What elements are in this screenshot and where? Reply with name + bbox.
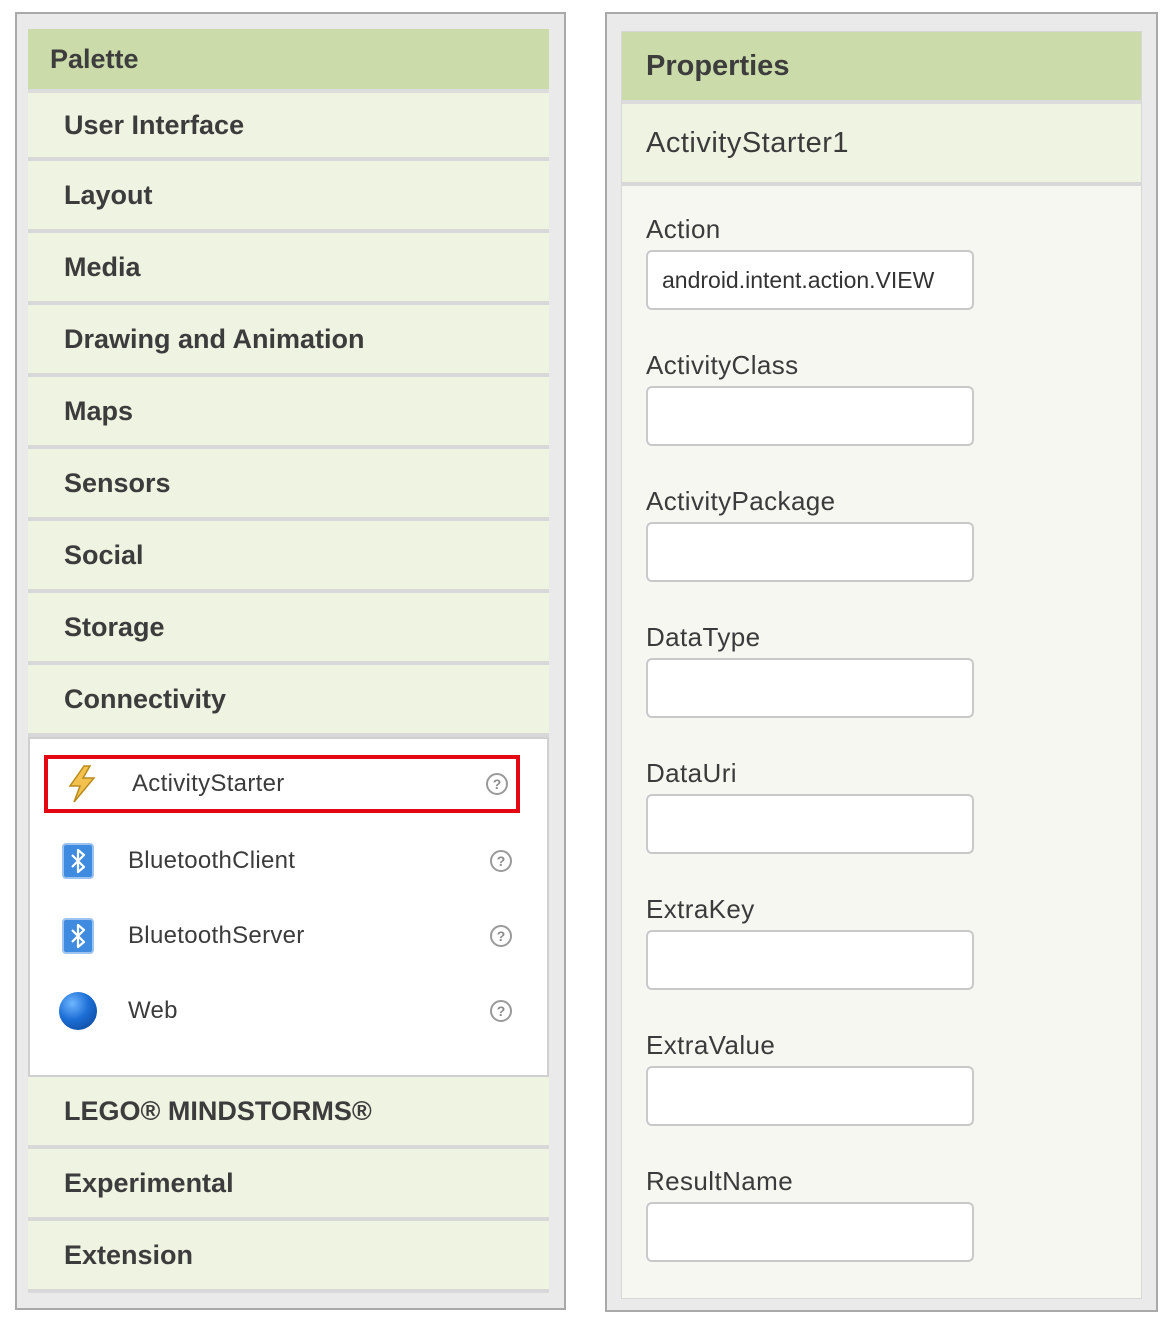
resultname-field[interactable]	[646, 1202, 974, 1262]
bluetooth-icon	[58, 916, 98, 956]
component-bluetoothclient[interactable]: BluetoothClient ?	[44, 832, 520, 890]
category-sensors[interactable]: Sensors	[28, 449, 549, 521]
bluetooth-icon	[58, 841, 98, 881]
properties-body: Properties ActivityStarter1 Action andro…	[621, 31, 1142, 1299]
datatype-field[interactable]	[646, 658, 974, 718]
property-label: DataUri	[646, 758, 737, 788]
category-storage[interactable]: Storage	[28, 593, 549, 665]
category-lego-mindstorms[interactable]: LEGO® MINDSTORMS®	[28, 1077, 549, 1149]
extravalue-field[interactable]	[646, 1066, 974, 1126]
property-label: ActivityPackage	[646, 486, 836, 516]
property-extravalue: ExtraValue	[646, 1028, 974, 1126]
property-label: ActivityClass	[646, 350, 799, 380]
activityclass-field[interactable]	[646, 386, 974, 446]
help-icon[interactable]: ?	[490, 1000, 512, 1022]
extrakey-field[interactable]	[646, 930, 974, 990]
component-activitystarter[interactable]: ActivityStarter ?	[44, 755, 520, 813]
component-label: BluetoothServer	[128, 922, 305, 949]
help-icon[interactable]: ?	[490, 925, 512, 947]
category-extension[interactable]: Extension	[28, 1221, 549, 1293]
palette-title: Palette	[28, 29, 549, 93]
component-label: Web	[128, 997, 178, 1024]
properties-panel: Properties ActivityStarter1 Action andro…	[605, 12, 1158, 1312]
connectivity-drawer: ActivityStarter ? BluetoothClient ? Blue…	[28, 737, 549, 1077]
category-user-interface[interactable]: User Interface	[28, 93, 549, 161]
property-label: ExtraValue	[646, 1030, 776, 1060]
property-label: DataType	[646, 622, 761, 652]
component-bluetoothserver[interactable]: BluetoothServer ?	[44, 907, 520, 965]
properties-title: Properties	[622, 32, 1141, 104]
action-field[interactable]: android.intent.action.VIEW	[646, 250, 974, 310]
category-social[interactable]: Social	[28, 521, 549, 593]
property-resultname: ResultName	[646, 1164, 974, 1262]
property-label: ResultName	[646, 1166, 794, 1196]
category-drawing-and-animation[interactable]: Drawing and Animation	[28, 305, 549, 377]
category-media[interactable]: Media	[28, 233, 549, 305]
category-layout[interactable]: Layout	[28, 161, 549, 233]
help-icon[interactable]: ?	[490, 850, 512, 872]
selected-component-name: ActivityStarter1	[622, 104, 1141, 186]
property-datauri: DataUri	[646, 756, 974, 854]
property-datatype: DataType	[646, 620, 974, 718]
property-extrakey: ExtraKey	[646, 892, 974, 990]
globe-icon	[58, 991, 98, 1031]
category-experimental[interactable]: Experimental	[28, 1149, 549, 1221]
component-label: ActivityStarter	[132, 770, 285, 797]
component-label: BluetoothClient	[128, 847, 296, 874]
palette-panel: Palette User Interface Layout Media Draw…	[15, 12, 566, 1310]
property-activitypackage: ActivityPackage	[646, 484, 974, 582]
category-connectivity[interactable]: Connectivity	[28, 665, 549, 737]
help-icon[interactable]: ?	[486, 773, 508, 795]
lightning-icon	[62, 764, 102, 804]
category-maps[interactable]: Maps	[28, 377, 549, 449]
component-web[interactable]: Web ?	[44, 982, 520, 1040]
property-action: Action android.intent.action.VIEW	[646, 212, 974, 310]
property-activityclass: ActivityClass	[646, 348, 974, 446]
activitypackage-field[interactable]	[646, 522, 974, 582]
palette-list: Palette User Interface Layout Media Draw…	[28, 29, 549, 1293]
property-label: Action	[646, 214, 721, 244]
property-label: ExtraKey	[646, 894, 755, 924]
datauri-field[interactable]	[646, 794, 974, 854]
